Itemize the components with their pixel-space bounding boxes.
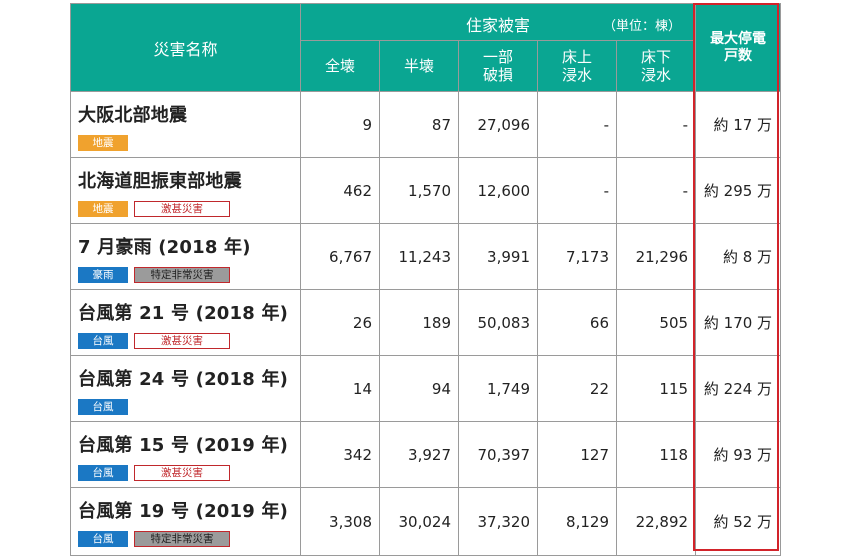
header-max-outage: 最大停電 戸数 xyxy=(695,3,782,92)
severe-disaster-badge: 激甚災害 xyxy=(134,201,230,217)
below-floor-flood-value: - xyxy=(615,157,697,224)
below-floor-flood-value: 118 xyxy=(615,421,697,488)
half-collapse-value: 3,927 xyxy=(379,421,459,488)
partial-damage-value: 37,320 xyxy=(458,487,538,556)
table-header: 災害名称 住家被害 （単位：棟） 最大停電 戸数 全壊 半壊 一部 破損 床上 浸水 床下 浸水 xyxy=(70,2,782,92)
severe-disaster-badge: 激甚災害 xyxy=(134,465,230,481)
partial-damage-value: 12,600 xyxy=(458,157,538,224)
full-collapse-value: 3,308 xyxy=(300,487,380,556)
disaster-name-cell: 台風第 24 号 (2018 年) 台風 xyxy=(70,355,301,422)
full-collapse-value: 6,767 xyxy=(300,223,380,290)
severe-disaster-badge: 激甚災害 xyxy=(134,333,230,349)
header-disaster-name: 災害名称 xyxy=(70,3,301,92)
disaster-name-cell: 7 月豪雨 (2018 年) 豪雨 特定非常災害 xyxy=(70,223,301,290)
category-badge: 豪雨 xyxy=(78,267,128,283)
disaster-tags: 地震 xyxy=(78,135,300,151)
disaster-tags: 豪雨 特定非常災害 xyxy=(78,267,300,283)
partial-damage-value: 1,749 xyxy=(458,355,538,422)
disaster-name: 台風第 21 号 (2018 年) xyxy=(78,303,289,324)
below-floor-flood-value: - xyxy=(615,91,697,158)
category-badge: 台風 xyxy=(78,399,128,415)
half-collapse-value: 87 xyxy=(379,91,459,158)
category-badge: 台風 xyxy=(78,333,128,349)
disaster-tags: 地震 激甚災害 xyxy=(78,201,300,217)
specified-emergency-badge: 特定非常災害 xyxy=(134,531,230,547)
half-collapse-value: 11,243 xyxy=(379,223,459,290)
max-outage-value: 約 295 万 xyxy=(695,157,782,224)
disaster-tags: 台風 激甚災害 xyxy=(78,333,300,349)
disaster-name-cell: 大阪北部地震 地震 xyxy=(70,91,301,158)
specified-emergency-badge: 特定非常災害 xyxy=(134,267,230,283)
full-collapse-value: 462 xyxy=(300,157,380,224)
disaster-name: 7 月豪雨 (2018 年) xyxy=(78,237,251,258)
table-row: 台風第 19 号 (2019 年) 台風 特定非常災害 3,308 30,024 37,3… xyxy=(70,487,782,556)
header-partial-damage: 一部 破損 xyxy=(458,40,538,92)
disaster-name-cell: 台風第 15 号 (2019 年) 台風 激甚災害 xyxy=(70,421,301,488)
above-floor-flood-value: 7,173 xyxy=(537,223,617,290)
disaster-table: 災害名称 住家被害 （単位：棟） 最大停電 戸数 全壊 半壊 一部 破損 床上 浸水 床下 浸水… xyxy=(70,2,782,556)
above-floor-flood-value: 66 xyxy=(537,289,617,356)
max-outage-value: 約 17 万 xyxy=(695,91,782,158)
header-max-outage-label: 最大停電 戸数 xyxy=(710,30,767,64)
disaster-table-container: 災害名称 住家被害 （単位：棟） 最大停電 戸数 全壊 半壊 一部 破損 床上 浸水 床下 浸水… xyxy=(70,2,782,556)
above-floor-flood-value: 127 xyxy=(537,421,617,488)
table-body: 大阪北部地震 地震 9 87 27,096- - 約 17 万北海道胆振東部地震 地震 激甚災害… xyxy=(70,91,782,556)
disaster-name: 大阪北部地震 xyxy=(78,105,188,126)
max-outage-value: 約 224 万 xyxy=(695,355,782,422)
header-unit-label: （単位：棟） xyxy=(603,19,682,34)
table-row: 7 月豪雨 (2018 年) 豪雨 特定非常災害 6,767 11,243 3,991 7,… xyxy=(70,223,782,290)
table-row: 台風第 24 号 (2018 年) 台風 14 94 1,749 22 115 約 224 万 xyxy=(70,355,782,422)
disaster-tags: 台風 特定非常災害 xyxy=(78,531,300,547)
category-badge: 台風 xyxy=(78,531,128,547)
header-full-collapse: 全壊 xyxy=(300,40,380,92)
category-badge: 台風 xyxy=(78,465,128,481)
partial-damage-value: 50,083 xyxy=(458,289,538,356)
below-floor-flood-value: 505 xyxy=(615,289,697,356)
category-badge: 地震 xyxy=(78,135,128,151)
header-below-floor-flood: 床下 浸水 xyxy=(615,40,697,92)
below-floor-flood-value: 21,296 xyxy=(615,223,697,290)
partial-damage-value: 3,991 xyxy=(458,223,538,290)
max-outage-value: 約 8 万 xyxy=(695,223,782,290)
half-collapse-value: 1,570 xyxy=(379,157,459,224)
table-row: 台風第 15 号 (2019 年) 台風 激甚災害 342 3,927 70,397 127… xyxy=(70,421,782,488)
above-floor-flood-value: 22 xyxy=(537,355,617,422)
disaster-name: 台風第 15 号 (2019 年) xyxy=(78,435,289,456)
disaster-name: 台風第 24 号 (2018 年) xyxy=(78,369,289,390)
disaster-name-cell: 台風第 19 号 (2019 年) 台風 特定非常災害 xyxy=(70,487,301,556)
header-half-collapse: 半壊 xyxy=(379,40,459,92)
full-collapse-value: 342 xyxy=(300,421,380,488)
max-outage-value: 約 93 万 xyxy=(695,421,782,488)
table-row: 大阪北部地震 地震 9 87 27,096- - 約 17 万 xyxy=(70,91,782,158)
disaster-name: 台風第 19 号 (2019 年) xyxy=(78,501,289,522)
below-floor-flood-value: 22,892 xyxy=(615,487,697,556)
table-row: 台風第 21 号 (2018 年) 台風 激甚災害 26 189 50,083 66 505 約… xyxy=(70,289,782,356)
full-collapse-value: 14 xyxy=(300,355,380,422)
max-outage-value: 約 52 万 xyxy=(695,487,782,556)
half-collapse-value: 30,024 xyxy=(379,487,459,556)
disaster-name: 北海道胆振東部地震 xyxy=(78,171,242,192)
above-floor-flood-value: 8,129 xyxy=(537,487,617,556)
below-floor-flood-value: 115 xyxy=(615,355,697,422)
above-floor-flood-value: - xyxy=(537,157,617,224)
half-collapse-value: 94 xyxy=(379,355,459,422)
above-floor-flood-value: - xyxy=(537,91,617,158)
disaster-name-cell: 北海道胆振東部地震地震 激甚災害 xyxy=(70,157,301,224)
full-collapse-value: 9 xyxy=(300,91,380,158)
partial-damage-value: 27,096 xyxy=(458,91,538,158)
disaster-name-cell: 台風第 21 号 (2018 年) 台風 激甚災害 xyxy=(70,289,301,356)
table-row: 北海道胆振東部地震 地震 激甚災害 462 1,570 12,600- - 約 295 万 xyxy=(70,157,782,224)
disaster-tags: 台風 激甚災害 xyxy=(78,465,300,481)
header-housing-damage: 住家被害 （単位：棟） xyxy=(299,2,697,42)
max-outage-value: 約 170 万 xyxy=(695,289,782,356)
disaster-tags: 台風 xyxy=(78,399,300,415)
header-above-floor-flood: 床上 浸水 xyxy=(537,40,617,92)
partial-damage-value: 70,397 xyxy=(458,421,538,488)
category-badge: 地震 xyxy=(78,201,128,217)
full-collapse-value: 26 xyxy=(300,289,380,356)
half-collapse-value: 189 xyxy=(379,289,459,356)
